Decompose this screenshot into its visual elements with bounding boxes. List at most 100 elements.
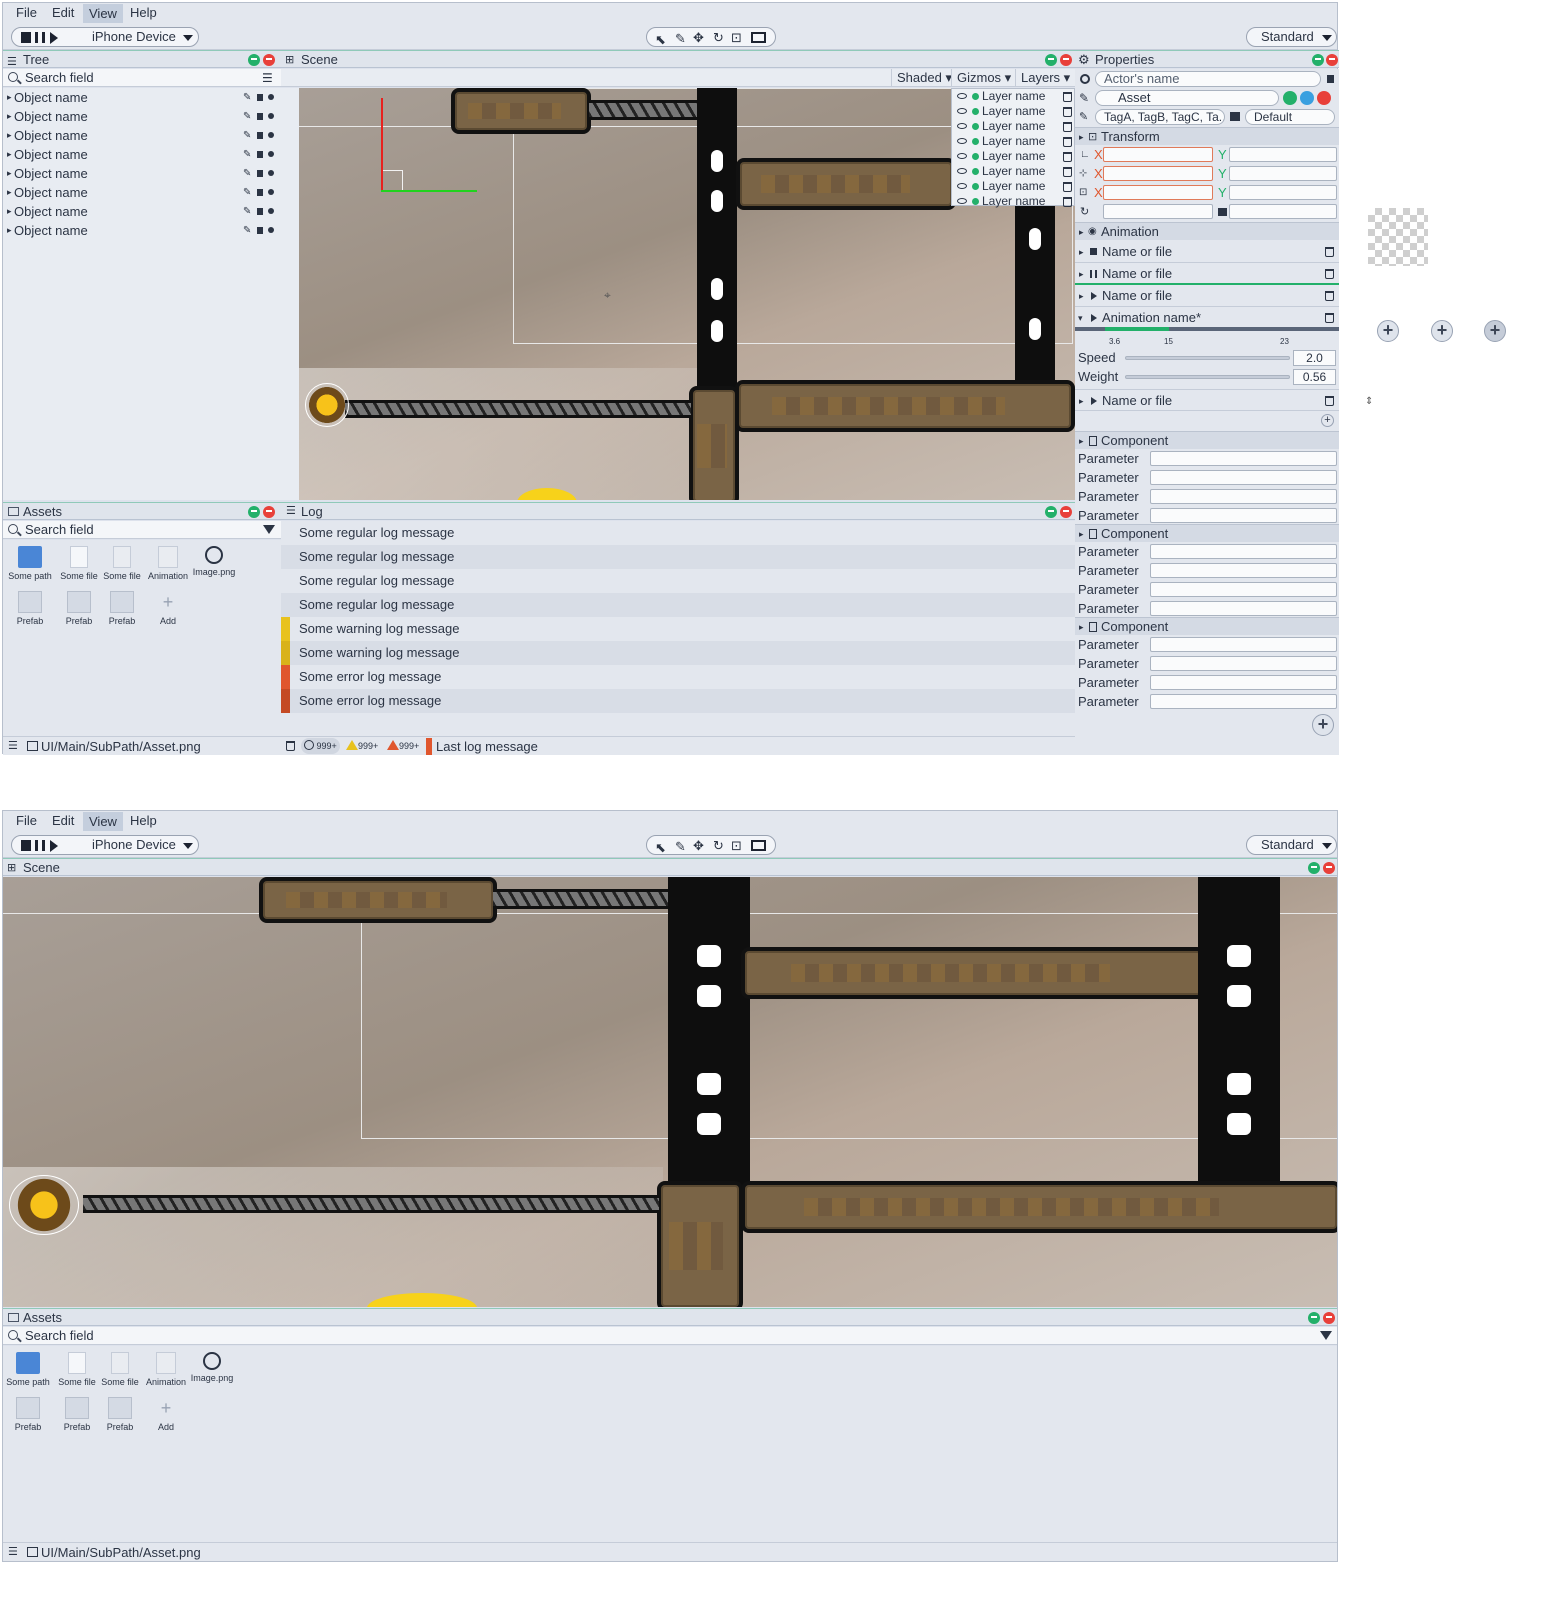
scene-viewport[interactable]: ⌖ Layer name Layer name Layer name Layer… — [299, 88, 1075, 500]
gizmo-x-axis[interactable] — [381, 190, 477, 192]
asset-item[interactable]: Prefab — [55, 591, 103, 626]
layer-row[interactable]: Layer name — [952, 89, 1074, 104]
pivot-x-field[interactable] — [1103, 166, 1213, 181]
expand-arrow-icon[interactable]: ▸ — [7, 107, 12, 126]
close-button[interactable] — [1326, 54, 1338, 66]
layout-select[interactable]: Standard — [1246, 27, 1337, 47]
rotation-field[interactable] — [1103, 204, 1213, 219]
asset-field[interactable]: Asset — [1095, 90, 1279, 106]
layer-row[interactable]: Layer name — [952, 149, 1074, 164]
close-button[interactable] — [1323, 862, 1335, 874]
minimize-button[interactable] — [1045, 54, 1057, 66]
trash-icon[interactable] — [1325, 313, 1334, 323]
add-button-pressed[interactable]: + — [1484, 320, 1506, 342]
move-tool-icon[interactable]: ✥ — [693, 837, 704, 855]
visibility-icon[interactable] — [268, 113, 274, 119]
eye-icon[interactable] — [957, 183, 967, 189]
tags-dropdown[interactable]: TagA, TagB, TagC, Ta... ▾ — [1095, 109, 1225, 125]
expand-arrow-icon[interactable]: ▸ — [1079, 618, 1084, 636]
close-button[interactable] — [263, 506, 275, 518]
rotate-tool-icon[interactable]: ↻ — [713, 29, 724, 47]
play-icon[interactable] — [1091, 397, 1097, 405]
menu-file[interactable]: File — [16, 813, 37, 828]
rect-tool-icon[interactable] — [751, 840, 766, 851]
layer-row[interactable]: Layer name — [952, 164, 1074, 179]
menu-help[interactable]: Help — [130, 5, 157, 20]
tree-item[interactable]: ▸ Object name ✎ — [3, 145, 281, 164]
animation-item[interactable]: ▸ Name or file — [1075, 263, 1339, 285]
layer-row[interactable]: Layer name — [952, 179, 1074, 194]
menu-edit[interactable]: Edit — [52, 813, 74, 828]
expand-arrow-icon[interactable]: ▸ — [1079, 128, 1084, 146]
eye-icon[interactable] — [957, 198, 967, 204]
minimize-button[interactable] — [248, 506, 260, 518]
expand-arrow-icon[interactable]: ▸ — [7, 164, 12, 183]
expand-arrow-icon[interactable]: ▸ — [7, 183, 12, 202]
visibility-icon[interactable] — [268, 227, 274, 233]
eye-icon[interactable] — [957, 93, 967, 99]
stop-icon[interactable] — [21, 32, 31, 43]
minimize-button[interactable] — [1308, 862, 1320, 874]
pen-tool-icon[interactable]: ✎ — [675, 30, 686, 48]
asset-item[interactable]: Prefab — [6, 591, 54, 626]
stop-icon[interactable] — [21, 840, 31, 851]
weight-slider[interactable] — [1125, 375, 1290, 379]
device-select[interactable]: iPhone Device — [92, 836, 176, 854]
edit-icon[interactable]: ✎ — [243, 145, 251, 164]
speed-field[interactable]: 2.0 — [1293, 350, 1336, 366]
layer-row[interactable]: Layer name — [952, 134, 1074, 149]
visibility-icon[interactable] — [268, 132, 274, 138]
layer-row[interactable]: Layer name — [952, 194, 1074, 209]
trash-icon[interactable] — [1063, 152, 1072, 162]
warning-filter-button[interactable]: 999+ — [343, 738, 381, 754]
animation-item[interactable]: ▸ Name or file — [1075, 389, 1339, 411]
speed-slider[interactable] — [1125, 356, 1290, 360]
edit-icon[interactable]: ✎ — [243, 202, 251, 221]
edit-icon[interactable]: ✎ — [1079, 89, 1089, 107]
lock-icon[interactable] — [257, 113, 263, 120]
eye-icon[interactable] — [957, 123, 967, 129]
pivot-y-field[interactable] — [1229, 166, 1337, 181]
add-component-button[interactable]: + — [1312, 714, 1334, 736]
rotate-tool-icon[interactable]: ↻ — [713, 837, 724, 855]
log-row-error[interactable]: Some error log message — [281, 665, 1075, 689]
parameter-field[interactable] — [1150, 637, 1337, 652]
edit-icon[interactable]: ✎ — [243, 221, 251, 240]
asset-item[interactable]: Some path — [6, 546, 54, 581]
component-section[interactable]: ▸ Component — [1075, 431, 1339, 449]
log-row[interactable]: Some regular log message — [281, 569, 1075, 593]
add-asset-button[interactable]: + Add — [144, 591, 192, 626]
assets-search[interactable]: Search field — [3, 521, 281, 539]
menu-edit[interactable]: Edit — [52, 5, 74, 20]
asset-item[interactable]: Prefab — [4, 1397, 52, 1432]
layer-row[interactable]: Layer name — [952, 104, 1074, 119]
filter-icon[interactable] — [1320, 1331, 1332, 1340]
trash-icon[interactable] — [1063, 92, 1072, 102]
actor-name-field[interactable]: Actor's name — [1095, 71, 1321, 87]
tree-search[interactable]: Search field ☰ — [3, 69, 281, 87]
parameter-field[interactable] — [1150, 544, 1337, 559]
add-button-normal[interactable]: + — [1377, 320, 1399, 342]
asset-item[interactable]: Image.png — [190, 546, 238, 577]
expand-arrow-icon[interactable]: ▸ — [7, 126, 12, 145]
asset-item[interactable]: Animation — [142, 1352, 190, 1387]
visibility-icon[interactable] — [268, 94, 274, 100]
asset-item[interactable]: Some path — [4, 1352, 52, 1387]
edit-icon[interactable]: ✎ — [243, 126, 251, 145]
parameter-field[interactable] — [1150, 508, 1337, 523]
parameter-field[interactable] — [1150, 675, 1337, 690]
pause-icon[interactable] — [1090, 270, 1097, 278]
parameter-field[interactable] — [1150, 470, 1337, 485]
lock-icon[interactable] — [257, 189, 263, 196]
expand-arrow-icon[interactable]: ▸ — [1079, 525, 1084, 543]
lock-icon[interactable] — [257, 94, 263, 101]
gizmo-center[interactable] — [383, 170, 403, 190]
expand-arrow-icon[interactable]: ▸ — [1079, 223, 1084, 241]
size-field[interactable] — [1229, 204, 1337, 219]
move-tool-icon[interactable]: ✥ — [693, 29, 704, 47]
lock-icon[interactable] — [257, 208, 263, 215]
expand-arrow-icon[interactable]: ▸ — [1079, 390, 1084, 412]
transform-section[interactable]: ▸ ⊡ Transform — [1075, 127, 1339, 145]
layer-dropdown[interactable]: Default — [1245, 109, 1335, 125]
animation-item-expanded[interactable]: ▾ Animation name* — [1075, 307, 1339, 329]
